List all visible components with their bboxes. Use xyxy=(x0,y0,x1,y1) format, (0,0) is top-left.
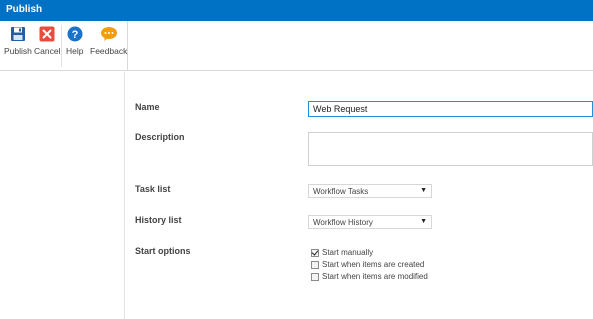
cancel-button-label: Cancel xyxy=(34,46,61,56)
name-label: Name xyxy=(135,102,160,112)
checkbox-checked-icon xyxy=(311,248,319,257)
checkbox-unchecked-icon xyxy=(311,272,319,281)
ribbon-toolbar: Publish Cancel ? Help Feedback xyxy=(0,21,593,71)
start-options-label: Start options xyxy=(135,246,191,256)
start-manually-label: Start manually xyxy=(322,248,374,257)
description-label: Description xyxy=(135,132,185,142)
ribbon-right-border xyxy=(127,21,128,71)
dialog-titlebar: Publish xyxy=(0,0,593,21)
cancel-button[interactable]: Cancel xyxy=(34,26,60,56)
ribbon-separator xyxy=(61,25,62,67)
history-list-label: History list xyxy=(135,215,182,225)
task-list-selected: Workflow Tasks xyxy=(313,187,369,196)
help-icon: ? xyxy=(67,26,83,42)
feedback-button-label: Feedback xyxy=(90,46,128,56)
publish-button-label: Publish xyxy=(4,46,32,56)
dropdown-arrow-icon: ▼ xyxy=(420,218,427,225)
dialog-title: Publish xyxy=(6,4,43,15)
history-list-select[interactable]: Workflow History ▼ xyxy=(308,215,432,229)
start-on-create-label: Start when items are created xyxy=(322,260,425,269)
feedback-icon xyxy=(100,26,118,42)
checkbox-unchecked-icon xyxy=(311,260,319,269)
start-manually-checkbox[interactable]: Start manually xyxy=(311,248,373,257)
name-input[interactable]: Web Request xyxy=(308,101,593,117)
task-list-label: Task list xyxy=(135,184,171,194)
publish-button[interactable]: Publish xyxy=(4,26,32,56)
start-on-modify-checkbox[interactable]: Start when items are modified xyxy=(311,272,428,281)
task-list-select[interactable]: Workflow Tasks ▼ xyxy=(308,184,432,198)
start-on-modify-label: Start when items are modified xyxy=(322,272,428,281)
feedback-button[interactable]: Feedback xyxy=(90,26,127,56)
history-list-selected: Workflow History xyxy=(313,218,373,227)
help-button-label: Help xyxy=(66,46,84,56)
help-button[interactable]: ? Help xyxy=(66,26,83,56)
description-textarea[interactable] xyxy=(308,132,593,166)
left-pane xyxy=(0,72,125,319)
start-on-create-checkbox[interactable]: Start when items are created xyxy=(311,260,424,269)
svg-text:?: ? xyxy=(71,29,78,41)
save-icon xyxy=(10,26,26,42)
dropdown-arrow-icon: ▼ xyxy=(420,187,427,194)
close-icon xyxy=(39,26,55,42)
